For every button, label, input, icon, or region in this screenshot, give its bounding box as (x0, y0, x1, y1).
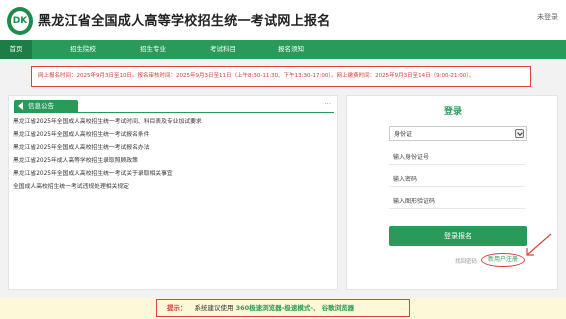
id-number-input[interactable]: 输入身份证号 (389, 150, 525, 165)
news-panel: 信息公告 ... 黑龙江省2025年全国成人高校招生统一考试时间、科目表及专业加… (8, 95, 338, 290)
id-type-value: 身份证 (394, 131, 413, 138)
id-type-select[interactable]: 身份证 (389, 126, 527, 141)
nav-item-subjects[interactable]: 考试科目 (198, 40, 248, 59)
login-panel: 登录 身份证 输入身份证号 输入密码 输入图形验证码 登录报名 找回密码 新用户… (346, 95, 558, 290)
tip-browser-chrome: 谷歌浏览器 (321, 304, 355, 312)
tip-browser-360: 360极速浏览器-极速模式- (235, 304, 314, 312)
annotation-arrow-icon (526, 233, 552, 256)
login-title: 登录 (443, 107, 462, 117)
news-item[interactable]: 黑龙江省2025年全国成人高校招生统一考试时间、科目表及专业加试要求 (13, 116, 333, 129)
news-divider (14, 112, 334, 113)
main-nav: 首页 招生院校 招生专业 考试科目 报名须知 (0, 40, 566, 59)
login-status-link[interactable]: 未登录 (537, 12, 558, 22)
browser-tip: 提示： 系统建议使用 360极速浏览器-极速模式-、 谷歌浏览器 (156, 299, 410, 317)
news-list: 黑龙江省2025年全国成人高校招生统一考试时间、科目表及专业加试要求 黑龙江省2… (13, 116, 333, 194)
schedule-notice: 网上报名时间：2025年9月3日至10日。报名审核时间：2025年9月3日至11… (31, 66, 531, 87)
nav-item-majors[interactable]: 招生专业 (128, 40, 178, 59)
chevron-down-icon (515, 129, 524, 138)
news-item[interactable]: 黑龙江省2025年全国成人高校招生统一考试报名办法 (13, 142, 333, 155)
news-item[interactable]: 黑龙江省2025年成人高等学校招生录取照顾政策 (13, 155, 333, 168)
news-item[interactable]: 黑龙江省2025年全国成人高校招生统一考试报名条件 (13, 129, 333, 142)
password-input[interactable]: 输入密码 (389, 172, 525, 187)
logo-mark: DK (11, 11, 29, 31)
login-submit-button[interactable]: 登录报名 (389, 226, 527, 246)
tip-label: 提示： (167, 304, 187, 312)
site-logo: DK (7, 7, 33, 35)
forgot-password-link[interactable]: 找回密码 (455, 257, 477, 265)
tip-separator: 、 (313, 304, 320, 312)
site-header: DK 黑龙江省全国成人高等学校招生统一考试网上报名 未登录 (0, 0, 566, 40)
nav-item-guide[interactable]: 报名须知 (266, 40, 316, 59)
tip-text: 系统建议使用 (194, 304, 234, 312)
captcha-input[interactable]: 输入图形验证码 (389, 194, 525, 209)
news-item[interactable]: 全国成人高校招生统一考试违规处理相关规定 (13, 181, 333, 194)
news-more-link[interactable]: ... (324, 98, 331, 106)
nav-item-home[interactable]: 首页 (0, 40, 32, 59)
news-item[interactable]: 黑龙江省2025年全国成人高校招生统一考试关于录取相关事宜 (13, 168, 333, 181)
nav-item-schools[interactable]: 招生院校 (58, 40, 108, 59)
site-title: 黑龙江省全国成人高等学校招生统一考试网上报名 (38, 14, 331, 29)
news-tab[interactable]: 信息公告 (14, 100, 78, 112)
footer-tip-bar: 提示： 系统建议使用 360极速浏览器-极速模式-、 谷歌浏览器 (0, 298, 566, 319)
